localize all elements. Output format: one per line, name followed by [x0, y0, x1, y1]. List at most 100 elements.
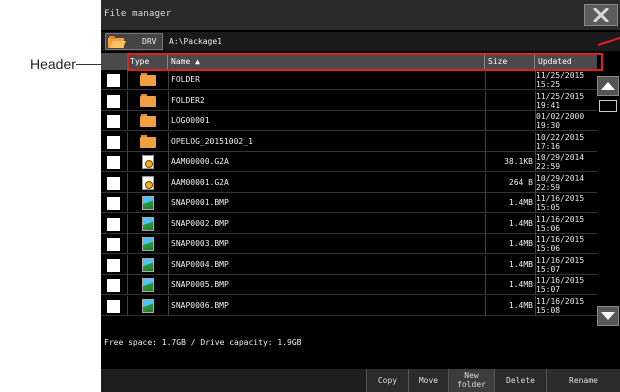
file-row[interactable]: SNAP0003.BMP 1.4MB 11/16/2015 15:06: [101, 234, 597, 254]
file-updated: 01/02/2000 19:30: [536, 112, 596, 130]
file-row[interactable]: FOLDER 11/25/2015 15:25: [101, 70, 597, 90]
file-name: LOG00001: [171, 116, 210, 125]
row-checkbox[interactable]: [107, 74, 120, 87]
file-size: 1.4MB: [508, 280, 533, 289]
column-divider: [127, 295, 128, 316]
file-row[interactable]: AAM00000.G2A 38.1KB 10/29/2014 22:59: [101, 152, 597, 172]
image-file-icon: [140, 196, 156, 210]
drive-label: DRV: [142, 37, 157, 46]
column-divider: [127, 70, 128, 90]
file-row[interactable]: SNAP0004.BMP 1.4MB 11/16/2015 15:07: [101, 254, 597, 275]
row-checkbox[interactable]: [107, 299, 120, 313]
file-size: 1.4MB: [508, 259, 533, 269]
column-divider: [127, 172, 128, 193]
updated-date: 11/16/2015: [536, 296, 585, 306]
row-checkbox[interactable]: [107, 197, 120, 210]
row-checkbox[interactable]: [107, 156, 120, 169]
updated-date: 11/25/2015: [536, 91, 585, 101]
file-name: SNAP0002.BMP: [171, 218, 229, 228]
updated-date: 11/16/2015: [536, 194, 585, 203]
updated-date: 11/16/2015: [536, 214, 585, 224]
column-type[interactable]: Type: [127, 53, 168, 70]
column-name[interactable]: Name ▲: [168, 53, 485, 70]
folder-icon: [140, 134, 156, 149]
updated-date: 10/29/2014: [536, 173, 585, 183]
folder-icon: [140, 93, 156, 108]
rename-button[interactable]: Rename: [546, 369, 620, 392]
file-updated: 11/25/2015 15:25: [536, 71, 596, 89]
row-checkbox[interactable]: [107, 238, 120, 251]
column-divider: [127, 90, 128, 111]
row-checkbox[interactable]: [107, 176, 120, 190]
file-size: [485, 132, 533, 152]
updated-date: 01/02/2000: [536, 112, 585, 121]
column-divider: [127, 275, 128, 295]
folder-icon: [140, 114, 156, 128]
column-divider: [127, 152, 128, 172]
file-size: 1.4MB: [508, 300, 533, 310]
list-header: Type Name ▲ Size Updated: [101, 53, 597, 70]
row-checkbox[interactable]: [107, 258, 120, 272]
file-row[interactable]: AAM00001.G2A 264 B 10/29/2014 22:59: [101, 172, 597, 193]
updated-time: 15:06: [536, 244, 561, 253]
drive-button[interactable]: DRV: [105, 33, 163, 50]
file-row[interactable]: SNAP0002.BMP 1.4MB 11/16/2015 15:06: [101, 213, 597, 234]
close-button[interactable]: [584, 4, 618, 26]
updated-time: 19:41: [536, 100, 561, 110]
scroll-up-button[interactable]: [597, 76, 619, 96]
path-bar: DRV A:\Package1: [101, 32, 620, 51]
file-row[interactable]: FOLDER2 11/25/2015 19:41: [101, 90, 597, 111]
file-updated: 11/16/2015 15:05: [536, 194, 596, 212]
file-row[interactable]: SNAP0005.BMP 1.4MB 11/16/2015 15:07: [101, 275, 597, 295]
file-size: [485, 91, 533, 111]
file-updated: 11/25/2015 19:41: [536, 92, 596, 110]
row-checkbox[interactable]: [107, 115, 120, 128]
column-size[interactable]: Size: [485, 53, 535, 70]
file-row[interactable]: SNAP0001.BMP 1.4MB 11/16/2015 15:05: [101, 193, 597, 213]
row-checkbox[interactable]: [107, 279, 120, 292]
file-size: [485, 70, 533, 90]
scrollbar[interactable]: [597, 70, 620, 340]
image-file-icon: [140, 237, 156, 251]
scroll-down-button[interactable]: [597, 306, 619, 326]
file-name: SNAP0005.BMP: [171, 280, 229, 289]
title-bar: File manager: [101, 0, 620, 30]
current-path: A:\Package1: [169, 37, 222, 46]
file-row[interactable]: SNAP0006.BMP 1.4MB 11/16/2015 15:08: [101, 295, 597, 316]
file-name: FOLDER: [171, 75, 200, 84]
image-file-icon: [140, 257, 156, 272]
updated-time: 15:25: [536, 80, 561, 89]
updated-time: 22:59: [536, 162, 561, 171]
delete-button[interactable]: Delete: [494, 369, 546, 392]
alarm-file-icon: [140, 175, 156, 190]
move-button[interactable]: Move: [408, 369, 448, 392]
row-checkbox[interactable]: [107, 135, 120, 149]
column-divider: [127, 254, 128, 275]
column-updated[interactable]: Updated: [535, 53, 597, 70]
file-name: OPELOG_20151002_1: [171, 136, 253, 146]
updated-time: 15:06: [536, 223, 561, 233]
arrow-up-icon: [601, 82, 615, 90]
file-row[interactable]: LOG00001 01/02/2000 19:30: [101, 111, 597, 131]
scroll-thumb[interactable]: [599, 100, 617, 112]
action-bar: Copy Move New folder Delete Rename: [101, 369, 620, 392]
updated-date: 11/25/2015: [536, 71, 585, 80]
row-checkbox[interactable]: [107, 94, 120, 108]
new-folder-label-line1: New: [464, 371, 479, 380]
file-size: 38.1KB: [504, 157, 533, 166]
file-size: 1.4MB: [508, 198, 533, 207]
updated-date: 11/16/2015: [536, 276, 585, 285]
file-updated: 10/29/2014 22:59: [536, 174, 596, 192]
image-file-icon: [140, 298, 156, 313]
file-updated: 11/16/2015 15:06: [536, 215, 596, 233]
updated-time: 17:16: [536, 141, 561, 151]
file-size: 1.4MB: [508, 239, 533, 248]
new-folder-button[interactable]: New folder: [448, 369, 494, 392]
folder-icon: [140, 73, 156, 87]
updated-date: 10/22/2015: [536, 132, 585, 142]
row-checkbox[interactable]: [107, 217, 120, 231]
file-name: AAM00001.G2A: [171, 177, 229, 187]
file-row[interactable]: OPELOG_20151002_1 10/22/2015 17:16: [101, 131, 597, 152]
column-divider: [127, 234, 128, 254]
copy-button[interactable]: Copy: [366, 369, 408, 392]
